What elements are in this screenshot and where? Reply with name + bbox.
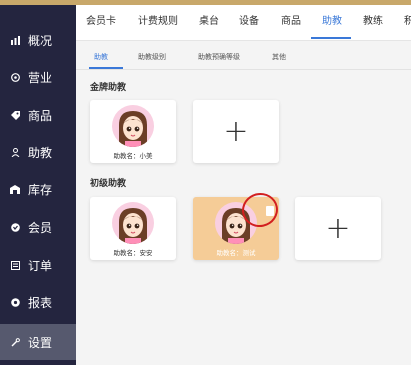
tag-icon (10, 110, 20, 120)
warehouse-icon (10, 184, 20, 194)
report-icon (10, 297, 20, 307)
sidebar-item-settings[interactable]: 设置 (0, 324, 76, 360)
subtab-coach[interactable]: 助教 (94, 46, 108, 68)
subtab-divider (76, 69, 411, 70)
sidebar-item-label: 库存 (28, 182, 53, 197)
wrench-icon (10, 337, 20, 347)
tab-tables[interactable]: 桌台 (199, 10, 219, 34)
plus-icon: + (223, 114, 249, 149)
sidebar-item-reports[interactable]: 报表 (0, 284, 76, 320)
member-icon (10, 222, 20, 232)
document-icon (10, 260, 20, 270)
main-content: 会员卡 计费规则 桌台 设备 商品 助教 教练 积 助教 助教级别 助教预确等级… (76, 0, 411, 365)
sidebar-item-inventory[interactable]: 库存 (0, 171, 76, 207)
subtab-coach-booking-level[interactable]: 助教预确等级 (198, 46, 240, 68)
sidebar-item-member[interactable]: 会员 (0, 209, 76, 245)
active-tab-indicator (311, 37, 351, 39)
sidebar-item-label: 设置 (28, 335, 53, 350)
coach-name-label: 助教名：安安 (113, 249, 153, 257)
sidebar-item-business[interactable]: 营业 (0, 59, 76, 95)
tab-points[interactable]: 积 (404, 10, 411, 34)
sidebar-item-label: 订单 (28, 258, 53, 273)
coach-name-label: 助教名：小美 (113, 152, 153, 160)
top-accent-bar (76, 0, 411, 5)
sidebar-item-label: 报表 (28, 295, 53, 310)
subtab-other[interactable]: 其他 (272, 46, 286, 68)
sidebar-item-overview[interactable]: 概况 (0, 22, 76, 58)
add-coach-button[interactable]: + (193, 100, 279, 163)
tab-member-card[interactable]: 会员卡 (86, 10, 116, 34)
sidebar-top-accent (0, 0, 76, 5)
sidebar-item-label: 会员 (28, 220, 53, 235)
sidebar: 概况 营业 商品 助教 库存 会员 订单 报表 设置 (0, 0, 76, 365)
sidebar-item-orders[interactable]: 订单 (0, 247, 76, 283)
coach-name-label: 助教名：测试 (216, 249, 256, 257)
person-icon (10, 147, 20, 157)
avatar (112, 202, 154, 244)
sidebar-item-goods[interactable]: 商品 (0, 97, 76, 133)
tab-goods[interactable]: 商品 (281, 10, 301, 34)
tab-coach[interactable]: 助教 (322, 10, 342, 34)
sidebar-item-label: 助教 (28, 145, 53, 160)
sidebar-item-label: 概况 (28, 33, 53, 48)
bar-chart-icon (10, 35, 20, 45)
sub-tab-bar: 助教 助教级别 助教预确等级 其他 (76, 46, 411, 70)
top-tab-bar: 会员卡 计费规则 桌台 设备 商品 助教 教练 积 (76, 0, 411, 41)
subtab-coach-level[interactable]: 助教级别 (138, 46, 166, 68)
tab-trainer[interactable]: 教练 (363, 10, 383, 34)
plus-icon: + (325, 211, 351, 246)
coach-card[interactable]: 助教名：小美 (90, 100, 176, 163)
avatar (112, 105, 154, 147)
section-title-gold: 金牌助教 (90, 83, 127, 93)
add-coach-button[interactable]: + (295, 197, 381, 260)
section-title-junior: 初级助教 (90, 179, 127, 189)
sidebar-item-label: 商品 (28, 108, 53, 123)
sidebar-item-label: 营业 (28, 70, 53, 85)
coach-card[interactable]: 助教名：安安 (90, 197, 176, 260)
clock-icon (10, 72, 20, 82)
tab-billing-rules[interactable]: 计费规则 (138, 10, 178, 34)
sidebar-item-coach[interactable]: 助教 (0, 134, 76, 170)
tab-devices[interactable]: 设备 (239, 10, 259, 34)
